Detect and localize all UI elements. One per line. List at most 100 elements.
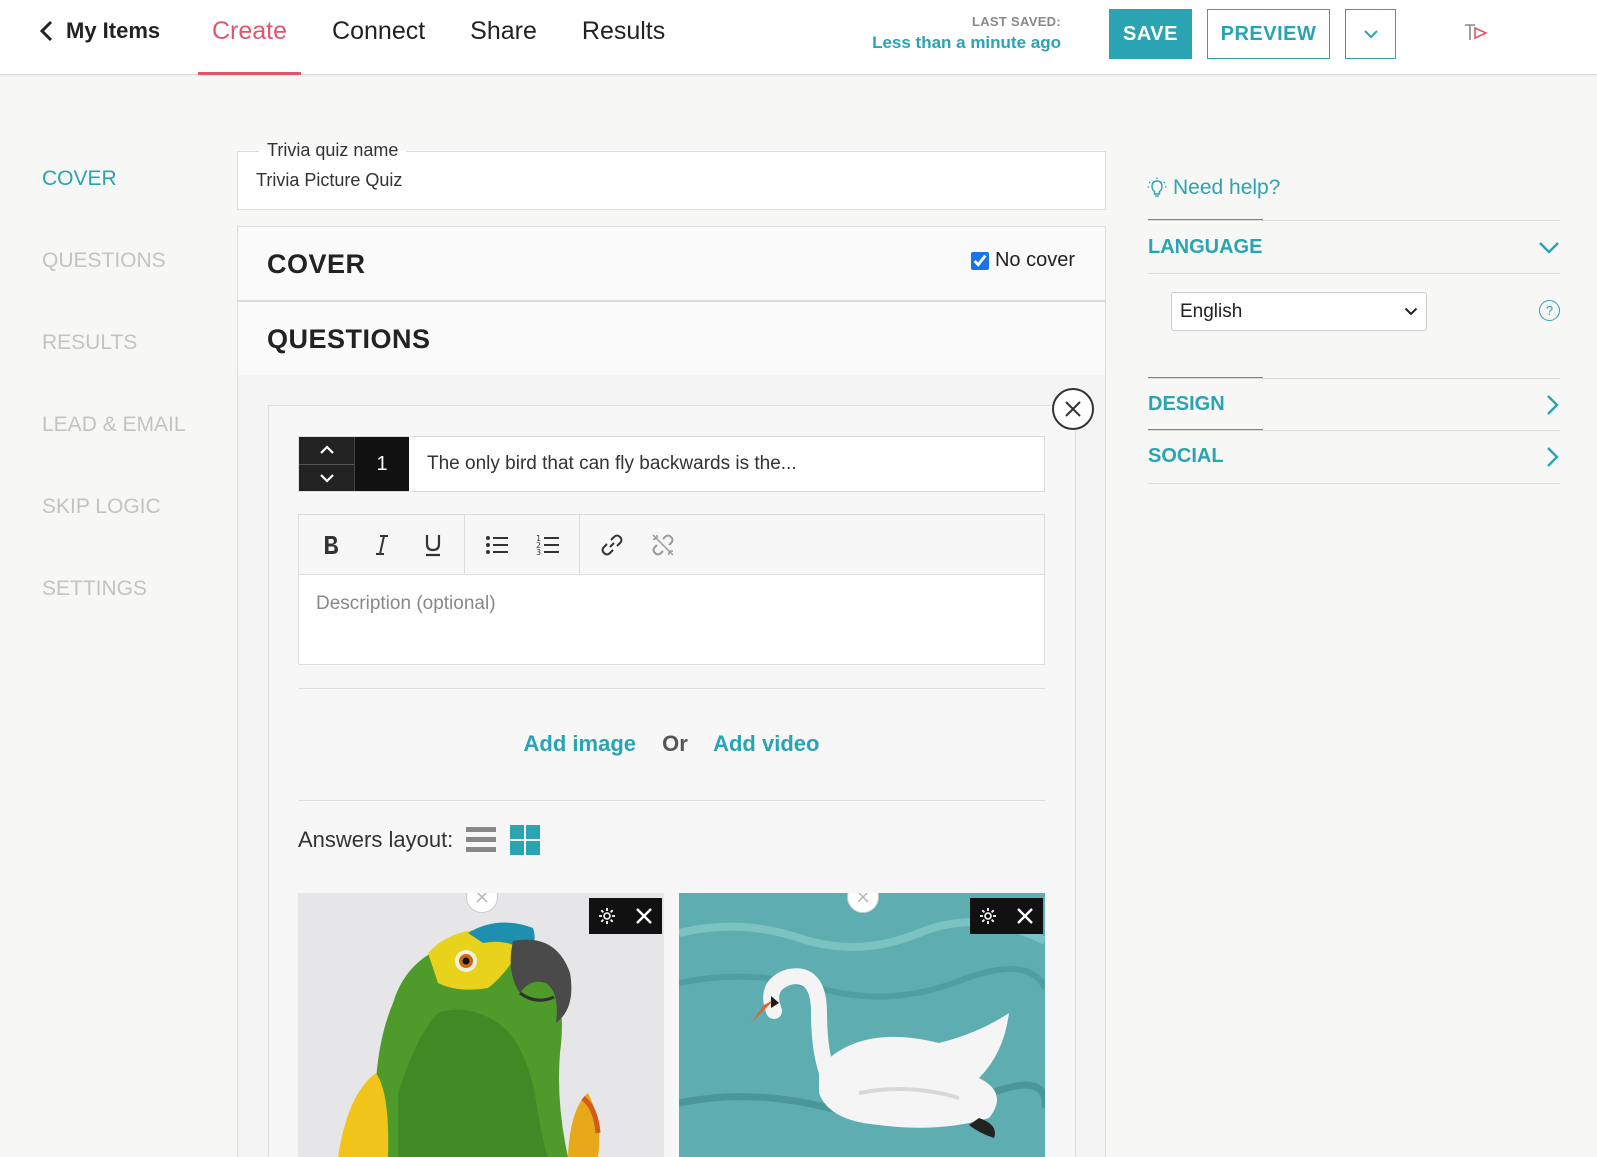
quiz-name-label: Trivia quiz name xyxy=(259,140,407,161)
section-nav: COVER QUESTIONS RESULTS LEAD & EMAIL SKI… xyxy=(42,167,186,659)
language-section-header[interactable]: LANGUAGE xyxy=(1148,236,1560,259)
divider xyxy=(1148,430,1560,431)
close-icon xyxy=(1016,908,1033,924)
grid-layout-icon[interactable] xyxy=(509,824,541,856)
back-label: My Items xyxy=(66,18,161,43)
nav-item-questions[interactable]: QUESTIONS xyxy=(42,249,186,331)
answer-card-swan[interactable] xyxy=(679,893,1045,1157)
nav-item-skip-logic[interactable]: SKIP LOGIC xyxy=(42,495,186,577)
nav-item-results[interactable]: RESULTS xyxy=(42,331,186,413)
last-saved-label: LAST SAVED: xyxy=(971,14,1061,29)
answers-layout-control: Answers layout: xyxy=(298,824,541,856)
tab-results[interactable]: Results xyxy=(568,0,679,75)
close-icon xyxy=(476,893,488,903)
description-input[interactable]: Description (optional) xyxy=(298,574,1045,665)
cover-section-header[interactable]: COVER No cover xyxy=(237,226,1106,301)
more-options-button[interactable] xyxy=(1345,9,1396,59)
numbered-list-icon: 1 2 3 xyxy=(536,534,559,557)
delete-answer-button[interactable] xyxy=(1015,906,1035,926)
questions-section-header[interactable]: QUESTIONS xyxy=(237,301,1106,376)
quiz-name-field[interactable]: Trivia quiz name Trivia Picture Quiz xyxy=(237,140,1106,210)
social-title: SOCIAL xyxy=(1148,445,1224,467)
add-image-link[interactable]: Add image xyxy=(524,731,636,756)
save-button[interactable]: SAVE xyxy=(1109,9,1192,59)
answer-tools xyxy=(970,898,1043,934)
main-tabs: Create Connect Share Results xyxy=(198,0,696,75)
answer-tools xyxy=(589,898,662,934)
insert-link-button[interactable] xyxy=(586,525,637,565)
chevron-right-icon xyxy=(1547,446,1559,467)
italic-button[interactable] xyxy=(356,525,407,565)
question-number: 1 xyxy=(354,437,409,491)
link-icon xyxy=(601,534,622,555)
nav-item-settings[interactable]: SETTINGS xyxy=(42,577,186,659)
list-group: 1 2 3 xyxy=(465,515,580,574)
bold-icon xyxy=(324,535,338,554)
language-select[interactable]: English xyxy=(1171,292,1427,331)
move-up-button[interactable] xyxy=(299,437,354,465)
app-logo-icon xyxy=(1465,24,1488,40)
lightbulb-icon xyxy=(1147,177,1167,197)
answers-layout-label: Answers layout: xyxy=(298,827,454,852)
no-cover-toggle[interactable]: No cover xyxy=(970,249,1075,272)
question-reorder xyxy=(299,437,354,491)
language-help-icon[interactable]: ? xyxy=(1539,300,1560,321)
design-title: DESIGN xyxy=(1148,393,1225,415)
svg-text:3: 3 xyxy=(536,548,541,557)
list-layout-icon[interactable] xyxy=(465,824,497,856)
social-section-header[interactable]: SOCIAL xyxy=(1148,445,1560,468)
nav-item-cover[interactable]: COVER xyxy=(42,167,186,249)
last-saved-value: Less than a minute ago xyxy=(872,33,1061,52)
gear-icon xyxy=(980,908,997,924)
unlink-icon xyxy=(651,533,674,556)
divider xyxy=(298,800,1045,801)
preview-button[interactable]: PREVIEW xyxy=(1207,9,1330,59)
tab-create[interactable]: Create xyxy=(198,0,302,75)
underline-button[interactable] xyxy=(407,525,458,565)
divider xyxy=(1148,378,1560,379)
questions-section-title: QUESTIONS xyxy=(267,324,431,354)
no-cover-label: No cover xyxy=(994,249,1075,271)
last-saved-status: LAST SAVED: Less than a minute ago xyxy=(872,14,1061,53)
bold-button[interactable] xyxy=(305,525,356,565)
bullet-list-button[interactable] xyxy=(471,525,522,565)
text-format-group xyxy=(299,515,465,574)
numbered-list-button[interactable]: 1 2 3 xyxy=(522,525,573,565)
question-text-input[interactable]: The only bird that can fly backwards is … xyxy=(409,437,1044,491)
chevron-down-icon xyxy=(1539,241,1559,254)
divider xyxy=(1148,273,1560,274)
divider xyxy=(1148,483,1560,484)
add-video-link[interactable]: Add video xyxy=(713,731,819,756)
chevron-down-icon xyxy=(319,473,334,483)
link-group xyxy=(580,515,694,574)
back-to-my-items-link[interactable]: My Items xyxy=(38,18,160,44)
answer-card-parrot[interactable] xyxy=(298,893,664,1157)
chevron-down-icon xyxy=(1404,307,1418,316)
no-cover-checkbox[interactable] xyxy=(970,251,989,270)
quiz-name-value[interactable]: Trivia Picture Quiz xyxy=(256,170,402,191)
rich-text-toolbar: 1 2 3 xyxy=(298,514,1045,575)
language-title: LANGUAGE xyxy=(1148,236,1263,258)
italic-icon xyxy=(375,534,388,555)
chevron-down-icon xyxy=(1363,30,1378,39)
move-down-button[interactable] xyxy=(299,465,354,492)
close-icon xyxy=(1065,401,1081,417)
remove-link-button[interactable] xyxy=(637,525,688,565)
tab-share[interactable]: Share xyxy=(456,0,551,75)
delete-answer-button[interactable] xyxy=(634,906,654,926)
answer-settings-button[interactable] xyxy=(597,906,617,926)
delete-question-button[interactable] xyxy=(1052,388,1094,430)
answer-settings-button[interactable] xyxy=(978,906,998,926)
chevron-right-icon xyxy=(1547,394,1559,415)
or-label: Or xyxy=(662,731,688,756)
chevron-left-icon xyxy=(39,20,53,42)
top-bar: My Items Create Connect Share Results LA… xyxy=(0,0,1597,75)
tab-connect[interactable]: Connect xyxy=(318,0,439,75)
need-help-link[interactable]: Need help? xyxy=(1147,176,1280,200)
design-section-header[interactable]: DESIGN xyxy=(1148,393,1560,416)
chevron-up-icon xyxy=(319,445,334,455)
question-row: 1 The only bird that can fly backwards i… xyxy=(298,436,1045,492)
nav-item-lead-email[interactable]: LEAD & EMAIL xyxy=(42,413,186,495)
underline-icon xyxy=(425,534,440,556)
language-value: English xyxy=(1180,300,1243,322)
